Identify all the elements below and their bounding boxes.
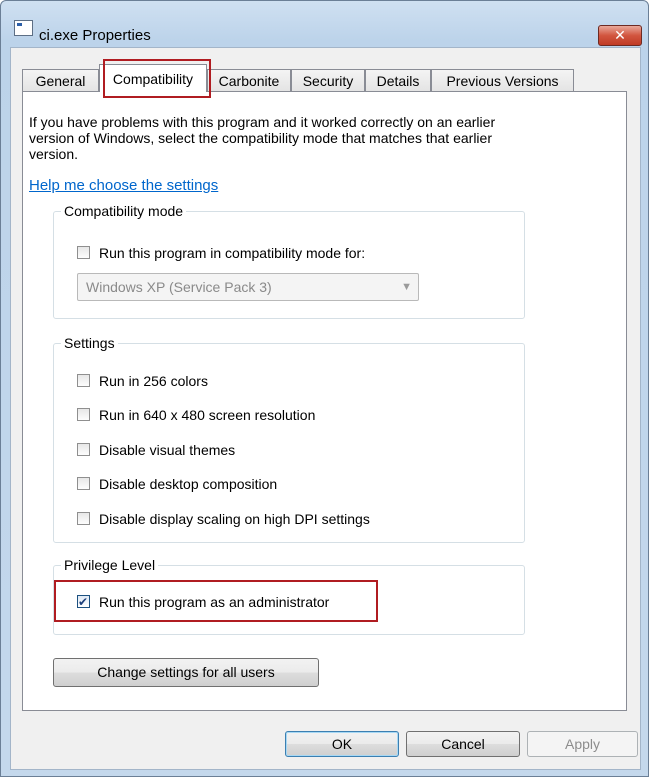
application-icon [14,20,33,36]
compat-mode-checkbox[interactable] [77,246,90,259]
close-button[interactable]: ✕ [598,25,642,46]
ok-button[interactable]: OK [285,731,399,757]
setting-640x480-checkbox[interactable] [77,408,90,421]
run-as-admin-label: Run this program as an administrator [99,594,330,610]
apply-button[interactable]: Apply [527,731,638,757]
ok-button-label: OK [331,736,353,752]
help-link[interactable]: Help me choose the settings [29,177,218,194]
privilege-level-label: Privilege Level [61,557,159,573]
run-as-admin-checkbox[interactable] [77,593,90,611]
close-icon: ✕ [614,27,626,43]
cancel-button-label: Cancel [441,736,485,752]
os-version-value: Windows XP (Service Pack 3) [86,279,272,295]
compatibility-mode-group [53,211,525,319]
settings-label: Settings [61,335,118,351]
setting-visual-themes-checkbox[interactable] [77,443,90,456]
os-version-select[interactable]: Windows XP (Service Pack 3) ▼ [77,273,419,301]
setting-visual-themes-label: Disable visual themes [99,442,236,458]
setting-desktop-composition-label: Disable desktop composition [99,476,278,492]
setting-dpi-scaling-label: Disable display scaling on high DPI sett… [99,511,370,527]
tab-details[interactable]: Details [365,69,431,91]
tab-security[interactable]: Security [291,69,365,91]
properties-window: ci.exe Properties ✕ General Compatibilit… [0,0,649,777]
setting-256-colors-label: Run in 256 colors [99,373,208,389]
setting-dpi-scaling-checkbox[interactable] [77,512,90,525]
setting-256-colors-checkbox[interactable] [77,374,90,387]
cancel-button[interactable]: Cancel [406,731,520,757]
compatibility-mode-label: Compatibility mode [61,203,187,219]
compat-mode-checkbox-label: Run this program in compatibility mode f… [99,245,366,261]
tab-carbonite[interactable]: Carbonite [207,69,291,91]
change-settings-all-users-button[interactable]: Change settings for all users [53,658,319,687]
tab-compatibility[interactable]: Compatibility [99,64,207,92]
chevron-down-icon: ▼ [401,281,412,293]
title-bar[interactable]: ci.exe Properties ✕ [1,1,648,46]
window-title: ci.exe Properties [39,27,151,44]
tab-general[interactable]: General [22,69,99,91]
tab-previous-versions[interactable]: Previous Versions [431,69,574,91]
setting-640x480-label: Run in 640 x 480 screen resolution [99,407,316,423]
change-settings-all-users-label: Change settings for all users [97,664,275,680]
apply-button-label: Apply [564,736,601,752]
setting-desktop-composition-checkbox[interactable] [77,477,90,490]
intro-text: If you have problems with this program a… [29,114,496,162]
